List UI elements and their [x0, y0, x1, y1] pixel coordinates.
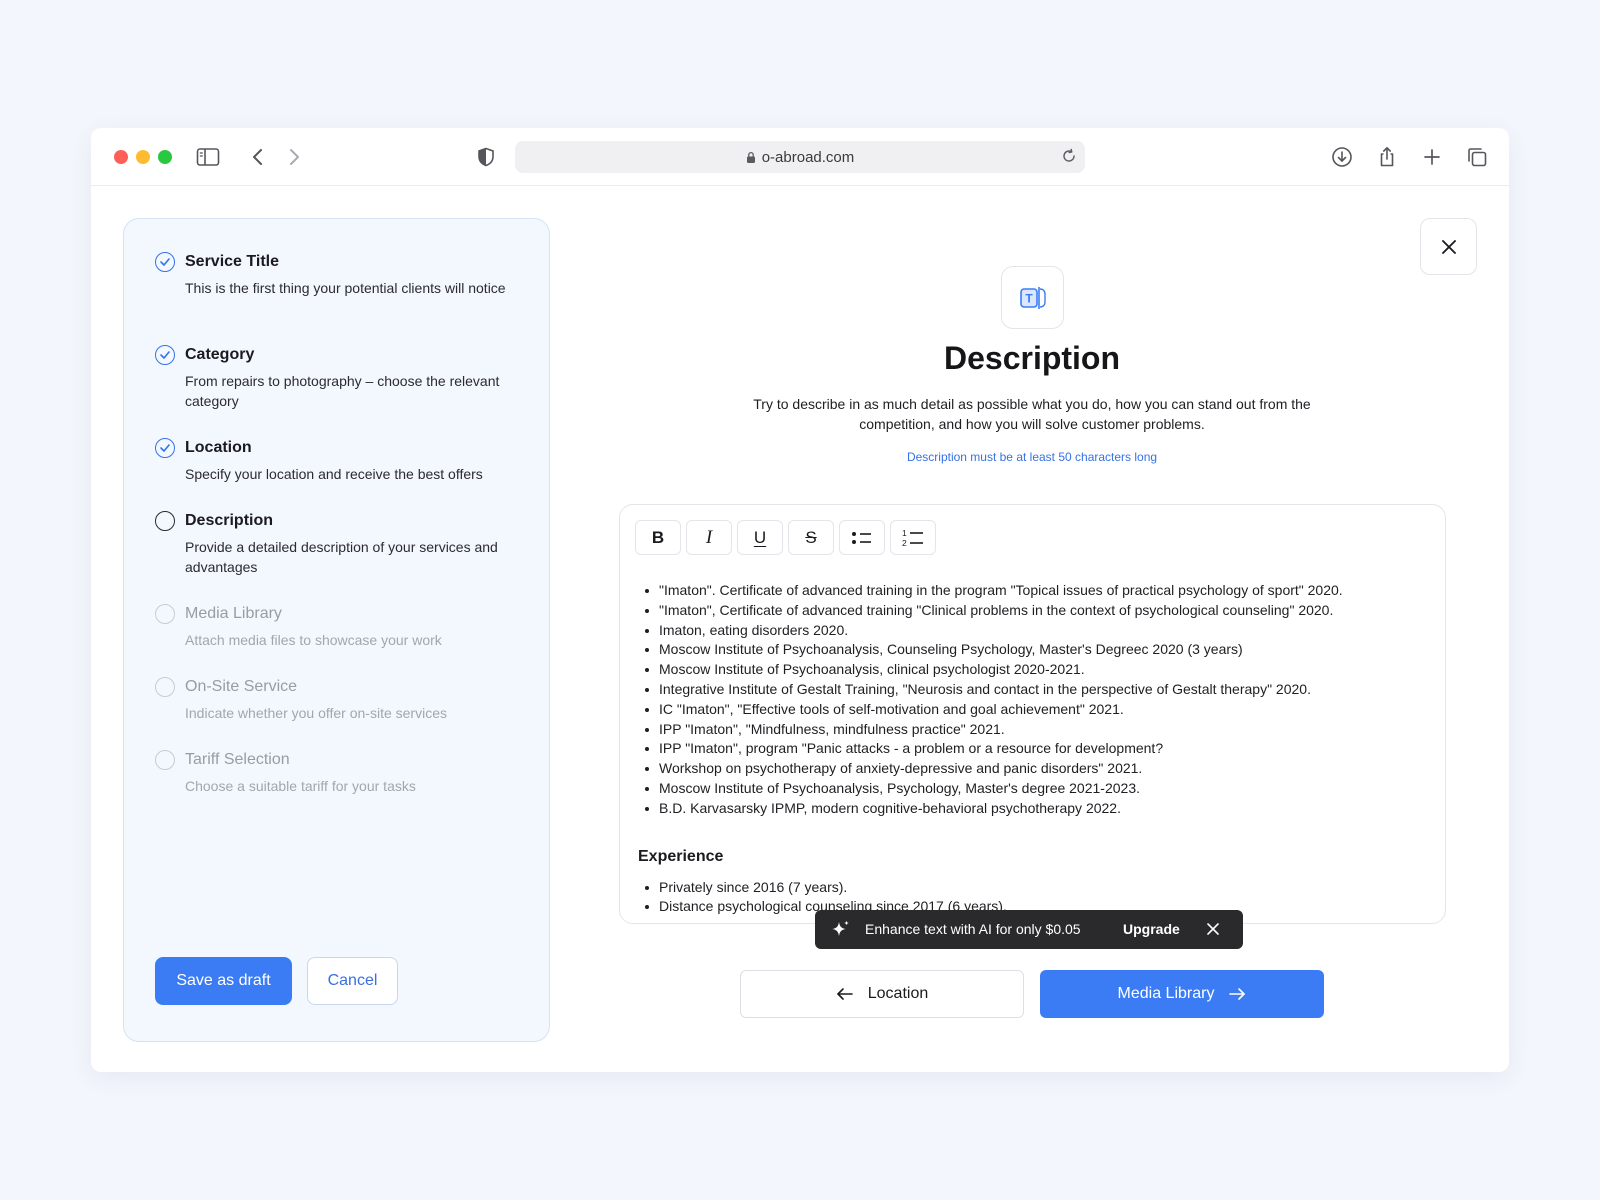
empty-circle-icon [155, 604, 175, 624]
italic-button[interactable]: I [686, 520, 732, 555]
list-item: Workshop on psychotherapy of anxiety-dep… [638, 759, 1425, 779]
cancel-button[interactable]: Cancel [307, 957, 398, 1005]
empty-circle-icon [155, 511, 175, 531]
list-item: Moscow Institute of Psychoanalysis, Psyc… [638, 779, 1425, 799]
step-description[interactable]: Description Provide a detailed descripti… [155, 509, 525, 577]
bold-button[interactable]: B [635, 520, 681, 555]
step-title: Category [185, 346, 255, 363]
editor-toolbar: B I U S 12 [635, 520, 936, 555]
step-description: Provide a detailed description of your s… [185, 539, 498, 575]
previous-step-button[interactable]: Location [740, 970, 1024, 1018]
back-icon[interactable] [244, 143, 272, 171]
share-icon[interactable] [1373, 143, 1401, 171]
arrow-left-icon [836, 988, 853, 1000]
step-description: Choose a suitable tariff for your tasks [185, 778, 416, 794]
bullet-list-icon [852, 531, 871, 544]
sidebar-toggle-icon[interactable] [194, 143, 222, 171]
next-step-button[interactable]: Media Library [1040, 970, 1324, 1018]
browser-window: o-abroad.com Service Title This is the f… [91, 128, 1509, 1072]
step-on-site-service[interactable]: On-Site Service Indicate whether you off… [155, 675, 525, 723]
step-title: On-Site Service [185, 678, 298, 695]
check-circle-icon [155, 345, 175, 365]
close-icon [1441, 239, 1456, 254]
close-button[interactable] [1420, 218, 1477, 275]
list-item: Integrative Institute of Gestalt Trainin… [638, 680, 1425, 700]
lock-icon [746, 151, 756, 164]
new-tab-icon[interactable] [1418, 143, 1446, 171]
list-item: "Imaton". Certificate of advanced traini… [638, 581, 1425, 601]
list-item: IC "Imaton", "Effective tools of self-mo… [638, 700, 1425, 720]
minimize-window-button[interactable] [136, 150, 150, 164]
step-service-title[interactable]: Service Title This is the first thing yo… [155, 250, 525, 298]
step-description: This is the first thing your potential c… [185, 280, 506, 296]
strikethrough-button[interactable]: S [788, 520, 834, 555]
download-icon[interactable] [1328, 143, 1356, 171]
reload-icon[interactable] [1061, 148, 1077, 164]
empty-circle-icon [155, 750, 175, 770]
dismiss-banner-icon[interactable] [1205, 921, 1221, 937]
step-title: Media Library [185, 605, 282, 622]
save-as-draft-button[interactable]: Save as draft [155, 957, 292, 1005]
step-description: Specify your location and receive the be… [185, 466, 483, 482]
step-description: Indicate whether you offer on-site servi… [185, 705, 447, 721]
text-cursor-icon: T [1001, 266, 1064, 329]
list-item: Imaton, eating disorders 2020. [638, 621, 1425, 641]
forward-icon[interactable] [280, 143, 308, 171]
steps-sidebar: Service Title This is the first thing yo… [123, 218, 550, 1042]
page-title: Description [943, 340, 1121, 376]
list-item: IPP "Imaton", program "Panic attacks - a… [638, 739, 1425, 759]
maximize-window-button[interactable] [158, 150, 172, 164]
svg-text:T: T [1025, 291, 1033, 305]
list-item: Moscow Institute of Psychoanalysis, Coun… [638, 640, 1425, 660]
list-item: IPP "Imaton", "Mindfulness, mindfulness … [638, 720, 1425, 740]
svg-text:1: 1 [902, 528, 907, 538]
browser-toolbar: o-abroad.com [91, 128, 1509, 186]
education-list: "Imaton". Certificate of advanced traini… [638, 581, 1425, 819]
step-description: From repairs to photography – choose the… [185, 373, 500, 409]
url-text: o-abroad.com [761, 148, 855, 166]
step-category[interactable]: Category From repairs to photography – c… [155, 343, 525, 411]
step-title: Description [185, 512, 274, 529]
numbered-list-button[interactable]: 12 [890, 520, 936, 555]
bullet-list-button[interactable] [839, 520, 885, 555]
step-media-library[interactable]: Media Library Attach media files to show… [155, 602, 525, 650]
underline-button[interactable]: U [737, 520, 783, 555]
step-description: Attach media files to showcase your work [185, 632, 442, 648]
next-step-label: Media Library [1117, 985, 1215, 1002]
step-title: Service Title [185, 253, 279, 270]
list-item: Moscow Institute of Psychoanalysis, clin… [638, 660, 1425, 680]
validation-hint: Description must be at least 50 characte… [906, 450, 1158, 464]
svg-text:2: 2 [902, 538, 907, 548]
previous-step-label: Location [867, 985, 929, 1002]
numbered-list-icon: 12 [902, 528, 923, 548]
list-item: Privately since 2016 (7 years). [638, 878, 1425, 898]
check-circle-icon [155, 438, 175, 458]
empty-circle-icon [155, 677, 175, 697]
shield-icon[interactable] [472, 143, 500, 171]
step-title: Location [185, 439, 252, 456]
editor-content[interactable]: "Imaton". Certificate of advanced traini… [638, 581, 1425, 917]
experience-heading: Experience [638, 847, 724, 865]
close-window-button[interactable] [114, 150, 128, 164]
tab-overview-icon[interactable] [1463, 143, 1491, 171]
sparkle-icon [830, 919, 852, 941]
list-item: B.D. Karvasarsky IPMP, modern cognitive-… [638, 799, 1425, 819]
list-item: "Imaton", Certificate of advanced traini… [638, 601, 1425, 621]
step-location[interactable]: Location Specify your location and recei… [155, 436, 525, 484]
upgrade-link[interactable]: Upgrade [1123, 921, 1180, 937]
address-bar[interactable]: o-abroad.com [515, 141, 1085, 173]
step-title: Tariff Selection [185, 751, 290, 768]
step-tariff-selection[interactable]: Tariff Selection Choose a suitable tarif… [155, 748, 525, 796]
arrow-right-icon [1229, 988, 1246, 1000]
page-subtitle: Try to describe in as much detail as pos… [753, 396, 1311, 432]
ai-enhance-banner: Enhance text with AI for only $0.05 Upgr… [815, 910, 1243, 949]
rich-text-editor[interactable]: B I U S 12 "Imaton". Certificate of adva… [619, 504, 1446, 924]
ai-banner-text: Enhance text with AI for only $0.05 [865, 921, 1081, 937]
check-circle-icon [155, 252, 175, 272]
